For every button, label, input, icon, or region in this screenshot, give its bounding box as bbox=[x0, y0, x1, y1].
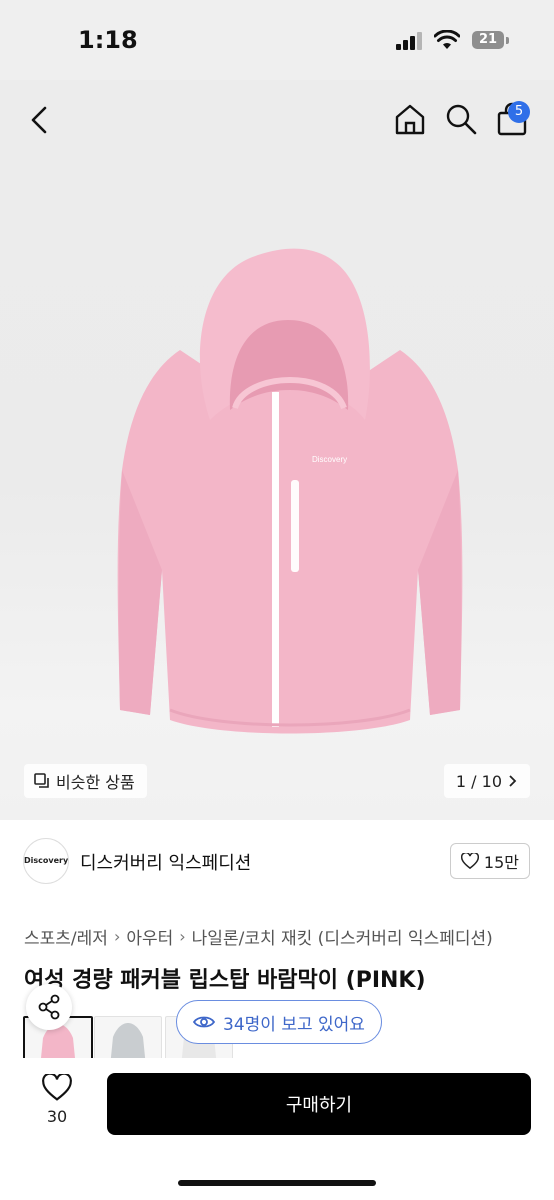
product-title: 여성 경량 패커블 립스탑 바람막이 (PINK) bbox=[24, 968, 426, 993]
heart-icon bbox=[42, 1072, 72, 1101]
shop-like-button[interactable]: 15만 bbox=[449, 843, 530, 879]
product-photo: Discovery bbox=[117, 248, 463, 734]
home-icon[interactable] bbox=[393, 102, 427, 136]
shop-like-count: 15만 bbox=[483, 853, 519, 872]
chevron-right-icon: › bbox=[113, 927, 121, 946]
share-button[interactable] bbox=[26, 984, 72, 1030]
shop-info-row: Discovery 디스커버리 익스페디션 15만 bbox=[0, 836, 554, 884]
cellular-signal-icon bbox=[396, 32, 426, 50]
image-counter[interactable]: 1 / 10 bbox=[443, 764, 530, 798]
search-icon[interactable] bbox=[444, 102, 478, 136]
status-bar: 1:18 21 bbox=[0, 0, 554, 80]
share-icon bbox=[38, 994, 60, 1020]
product-image-gallery[interactable]: 5 Discovery 비슷한 상품 1 / 10 bbox=[0, 80, 554, 820]
bottom-action-bar: 30 구매하기 bbox=[0, 1058, 554, 1200]
heart-icon bbox=[460, 853, 479, 869]
svg-text:Discovery: Discovery bbox=[312, 455, 347, 464]
breadcrumb-item[interactable]: 스포츠/레저 bbox=[24, 924, 108, 949]
chevron-right-icon bbox=[509, 775, 517, 787]
buy-button[interactable]: 구매하기 bbox=[107, 1073, 531, 1135]
eye-icon bbox=[193, 1016, 215, 1028]
wifi-icon bbox=[434, 30, 460, 49]
wishlist-button[interactable]: 30 bbox=[32, 1072, 82, 1126]
viewers-label: 34명이 보고 있어요 bbox=[223, 1014, 365, 1035]
wishlist-count: 30 bbox=[46, 1107, 68, 1126]
shop-logo[interactable]: Discovery bbox=[23, 838, 69, 884]
copy-icon bbox=[34, 773, 49, 788]
status-time: 1:18 bbox=[78, 26, 138, 54]
battery-icon: 21 bbox=[472, 31, 504, 49]
image-counter-text: 1 / 10 bbox=[455, 771, 502, 791]
home-indicator bbox=[178, 1180, 376, 1186]
back-icon[interactable] bbox=[26, 104, 54, 136]
similar-products-label: 비슷한 상품 bbox=[56, 773, 135, 792]
chevron-right-icon: › bbox=[179, 927, 186, 946]
cart-count-badge: 5 bbox=[508, 101, 530, 123]
shop-name[interactable]: 디스커버리 익스페디션 bbox=[80, 849, 251, 875]
battery-tip bbox=[506, 37, 509, 44]
breadcrumb: 스포츠/레저 › 아우터 › 나일론/코치 재킷 (디스커버리 익스페디션) bbox=[24, 924, 493, 949]
similar-products-button[interactable]: 비슷한 상품 bbox=[24, 764, 147, 798]
breadcrumb-item[interactable]: 아우터 bbox=[126, 924, 173, 949]
breadcrumb-item[interactable]: 나일론/코치 재킷 (디스커버리 익스페디션) bbox=[192, 924, 493, 949]
viewers-indicator: 34명이 보고 있어요 bbox=[176, 1000, 382, 1044]
